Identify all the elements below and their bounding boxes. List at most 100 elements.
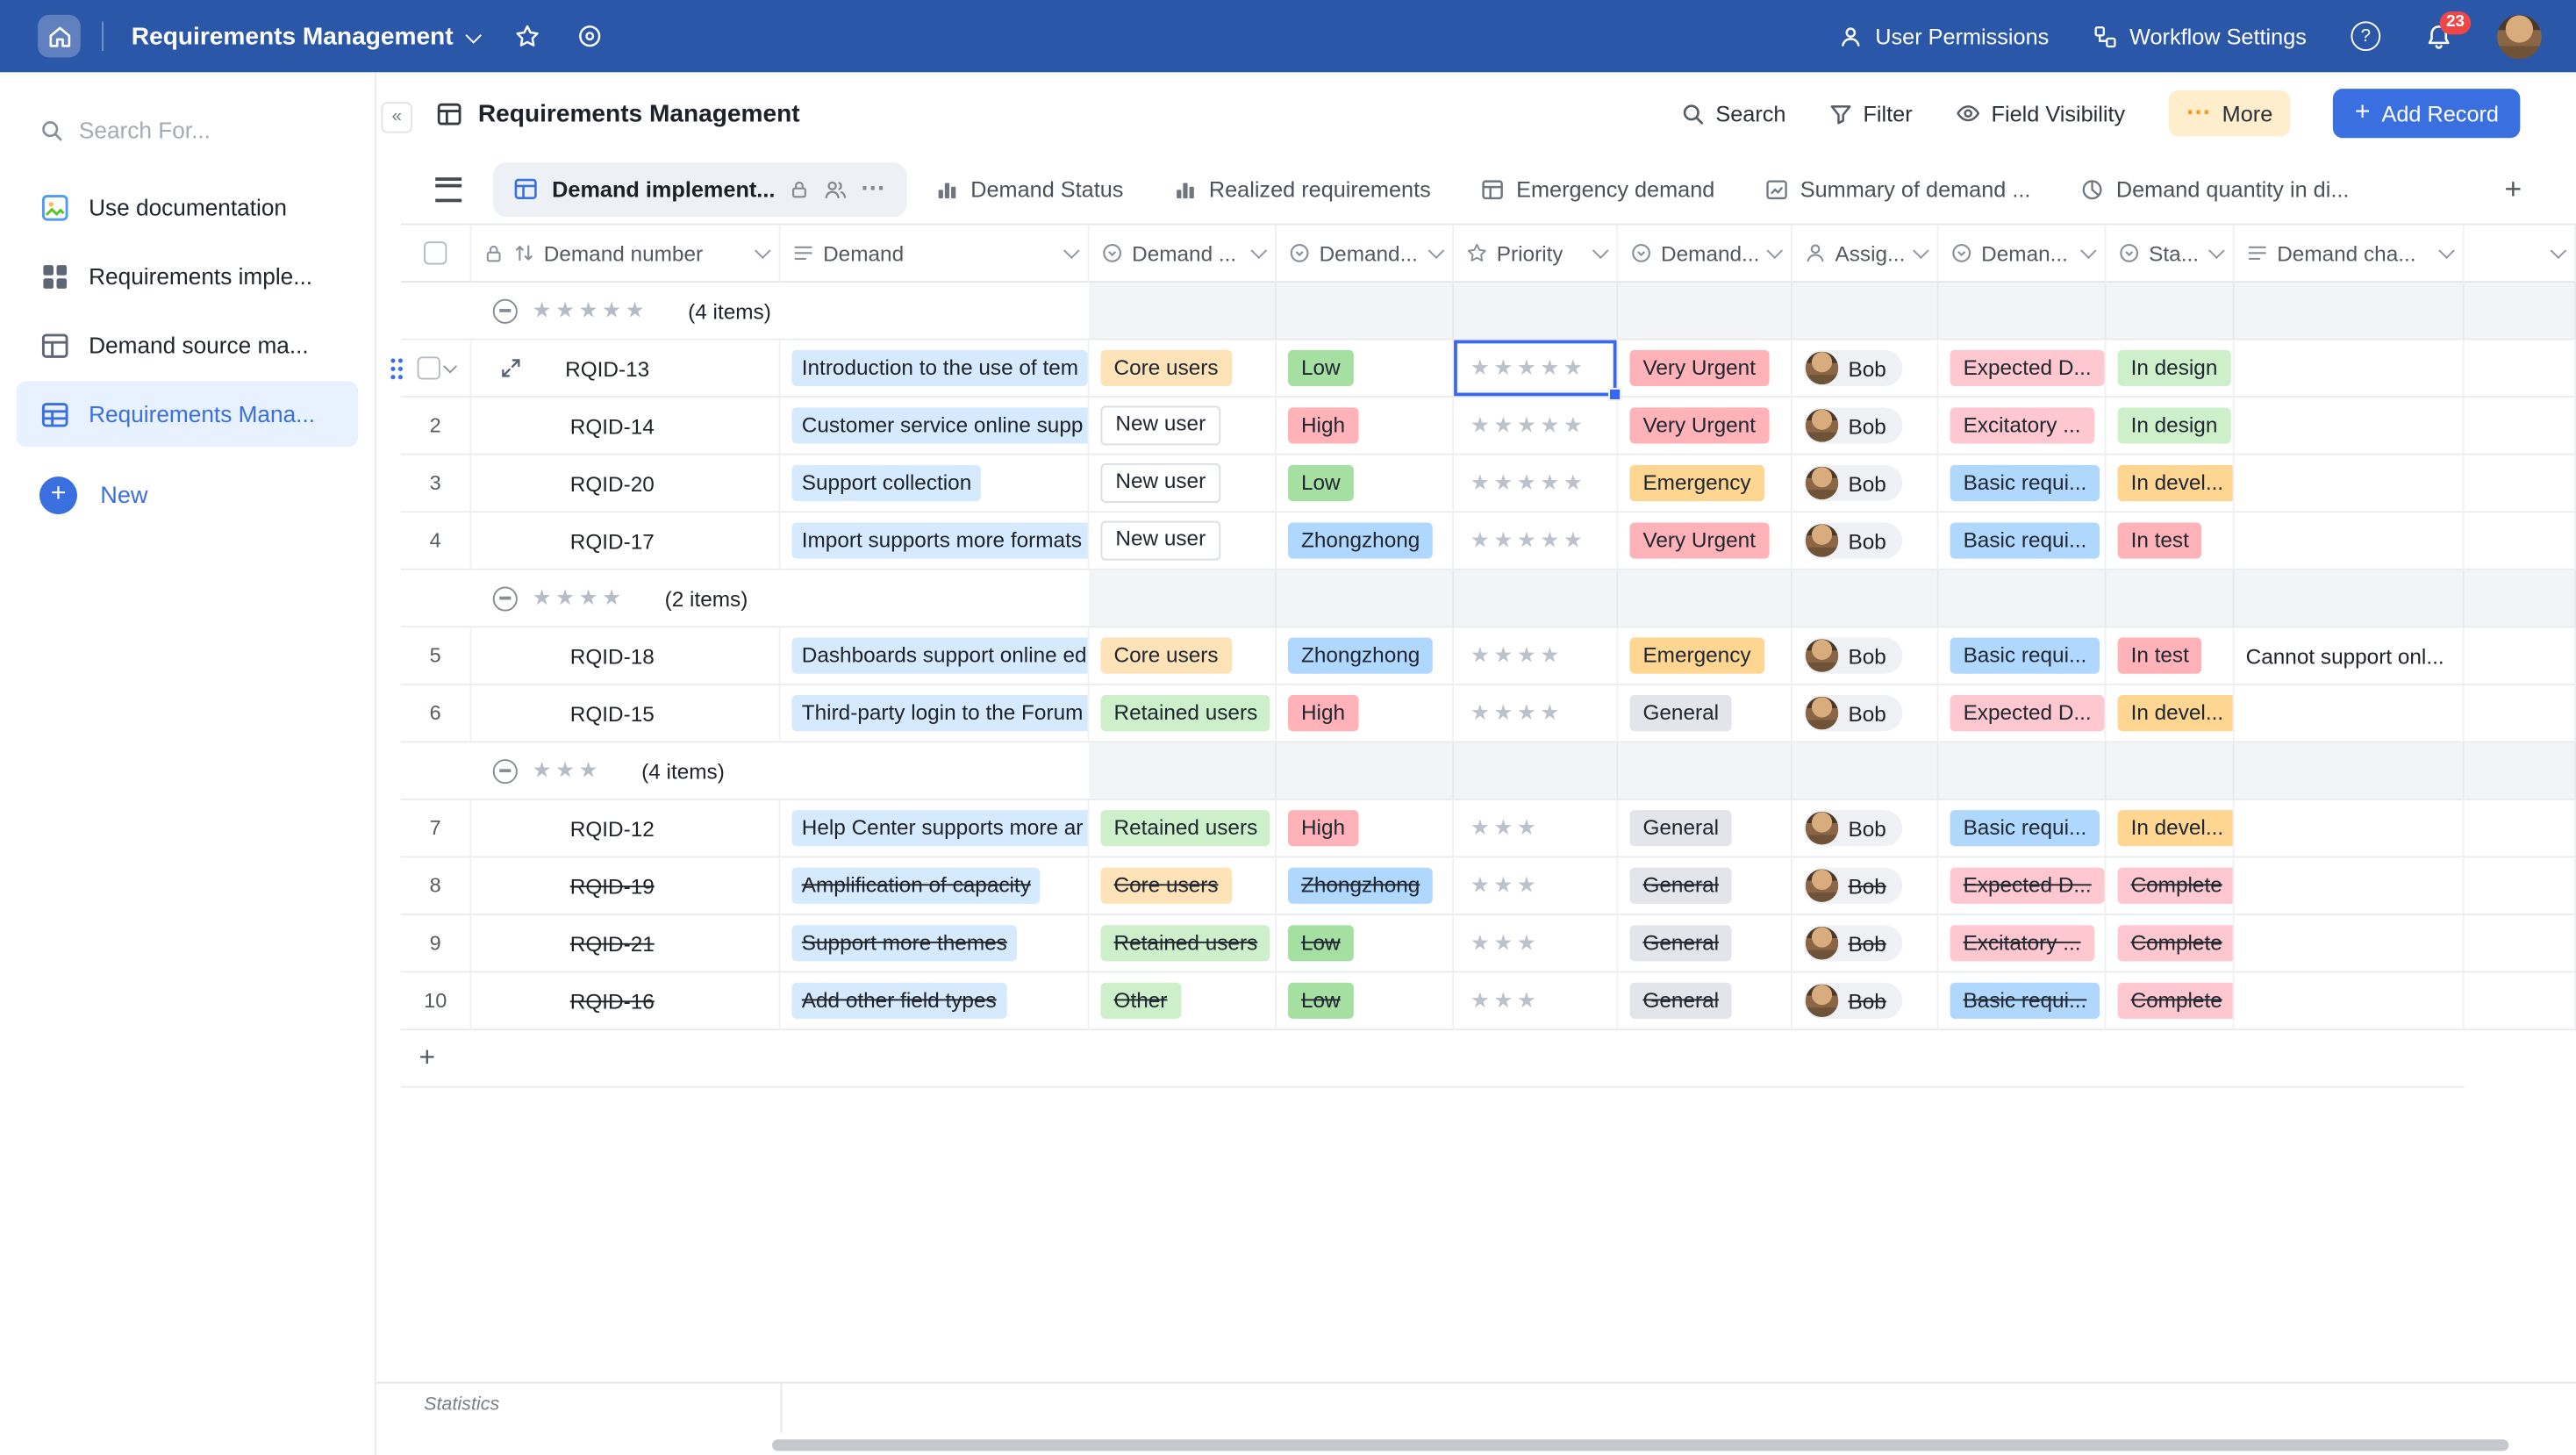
row-number-cell[interactable]: 10: [401, 972, 472, 1030]
priority-cell[interactable]: ★★★★★: [1454, 398, 1618, 455]
demand-user-cell[interactable]: Other: [1089, 972, 1276, 1030]
demand-number-cell[interactable]: RQID-20: [471, 455, 780, 513]
demand-channel-cell[interactable]: [2235, 685, 2465, 743]
priority-cell[interactable]: ★★★: [1454, 857, 1618, 915]
status-cell[interactable]: In devel...: [2106, 455, 2234, 513]
priority-cell[interactable]: ★★★★★: [1454, 340, 1618, 398]
demand-class-cell[interactable]: Excitatory ...: [1938, 915, 2106, 973]
workspace-title-dropdown[interactable]: Requirements Management: [132, 22, 479, 50]
demand-number-cell[interactable]: RQID-16: [471, 972, 780, 1030]
tab-demand-implementation[interactable]: Demand implement... ⋯: [493, 161, 906, 216]
demand-number-cell[interactable]: RQID-17: [471, 512, 780, 570]
demand-user-cell[interactable]: Core users: [1089, 340, 1276, 398]
column-header-priority[interactable]: Priority: [1454, 224, 1618, 283]
selection-handle[interactable]: [1608, 388, 1621, 401]
demand-level-cell[interactable]: Zhongzhong: [1277, 857, 1454, 915]
empty-cell[interactable]: [2465, 685, 2576, 743]
demand-cell[interactable]: Amplification of capacity: [780, 857, 1089, 915]
view-list-icon[interactable]: [435, 176, 462, 201]
demand-level-cell[interactable]: Low: [1277, 455, 1454, 513]
demand-number-cell[interactable]: RQID-13: [471, 340, 780, 398]
demand-user-cell[interactable]: Retained users: [1089, 685, 1276, 743]
empty-cell[interactable]: [2465, 340, 2576, 398]
tab-demand-quantity[interactable]: Demand quantity in di...: [2080, 176, 2350, 201]
demand-user-cell[interactable]: New user: [1089, 512, 1276, 570]
tab-summary-of-demand[interactable]: Summary of demand ...: [1764, 176, 2031, 201]
demand-urgency-cell[interactable]: General: [1618, 915, 1792, 973]
demand-class-cell[interactable]: Basic requi...: [1938, 627, 2106, 685]
user-permissions-button[interactable]: User Permissions: [1839, 24, 2049, 48]
row-number-cell[interactable]: [401, 340, 472, 398]
assignee-cell[interactable]: Bob: [1792, 800, 1939, 858]
empty-cell[interactable]: [2465, 627, 2576, 685]
empty-cell[interactable]: [2465, 455, 2576, 513]
demand-class-cell[interactable]: Basic requi...: [1938, 800, 2106, 858]
empty-cell[interactable]: [2465, 800, 2576, 858]
add-row-button[interactable]: +: [401, 1030, 2465, 1088]
tab-realized-requirements[interactable]: Realized requirements: [1173, 176, 1431, 201]
sidebar-item-demand-source[interactable]: Demand source ma...: [17, 312, 358, 378]
status-cell[interactable]: In devel...: [2106, 685, 2234, 743]
demand-urgency-cell[interactable]: General: [1618, 685, 1792, 743]
demand-class-cell[interactable]: Excitatory ...: [1938, 398, 2106, 455]
sidebar-item-requirements-implementation[interactable]: Requirements imple...: [17, 243, 358, 309]
empty-cell[interactable]: [2465, 972, 2576, 1030]
priority-cell[interactable]: ★★★: [1454, 800, 1618, 858]
row-number-cell[interactable]: 8: [401, 857, 472, 915]
home-button[interactable]: [38, 15, 81, 58]
demand-channel-cell[interactable]: Cannot support onl...: [2235, 627, 2465, 685]
row-number-cell[interactable]: 5: [401, 627, 472, 685]
chevron-down-icon[interactable]: [442, 360, 456, 374]
status-cell[interactable]: Complete: [2106, 972, 2234, 1030]
collapse-group-icon[interactable]: [493, 298, 518, 323]
chevron-down-icon[interactable]: [1428, 242, 1442, 257]
chevron-down-icon[interactable]: [2438, 242, 2453, 257]
tab-demand-status[interactable]: Demand Status: [934, 176, 1123, 201]
assignee-cell[interactable]: Bob: [1792, 915, 1939, 973]
row-checkbox[interactable]: [417, 356, 440, 379]
demand-channel-cell[interactable]: [2235, 972, 2465, 1030]
assignee-cell[interactable]: Bob: [1792, 857, 1939, 915]
demand-level-cell[interactable]: Low: [1277, 340, 1454, 398]
new-button[interactable]: + New: [0, 477, 375, 514]
chevron-down-icon[interactable]: [2550, 242, 2565, 257]
search-button[interactable]: Search: [1681, 101, 1785, 125]
add-view-button[interactable]: +: [2505, 172, 2522, 206]
column-header-demand_channel[interactable]: Demand cha...: [2235, 224, 2465, 283]
row-number-cell[interactable]: 2: [401, 398, 472, 455]
demand-user-cell[interactable]: Retained users: [1089, 915, 1276, 973]
status-cell[interactable]: In design: [2106, 398, 2234, 455]
horizontal-scrollbar[interactable]: [772, 1439, 2508, 1451]
chevron-down-icon[interactable]: [1766, 242, 1781, 257]
priority-cell[interactable]: ★★★: [1454, 972, 1618, 1030]
priority-cell[interactable]: ★★★★★: [1454, 512, 1618, 570]
tab-options-icon[interactable]: ⋯: [861, 181, 887, 197]
demand-class-cell[interactable]: Expected D...: [1938, 685, 2106, 743]
demand-level-cell[interactable]: Low: [1277, 915, 1454, 973]
user-avatar[interactable]: [2497, 14, 2542, 59]
demand-level-cell[interactable]: Low: [1277, 972, 1454, 1030]
status-cell[interactable]: In test: [2106, 627, 2234, 685]
row-number-cell[interactable]: 7: [401, 800, 472, 858]
demand-urgency-cell[interactable]: General: [1618, 800, 1792, 858]
demand-urgency-cell[interactable]: Emergency: [1618, 627, 1792, 685]
column-header-demand_level[interactable]: Demand...: [1277, 224, 1454, 283]
status-cell[interactable]: In test: [2106, 512, 2234, 570]
field-visibility-button[interactable]: Field Visibility: [1955, 100, 2125, 126]
group-header[interactable]: ★★★★★(4 items): [401, 283, 1090, 340]
template-center-icon[interactable]: [577, 23, 604, 49]
demand-cell[interactable]: Support more themes: [780, 915, 1089, 973]
help-icon[interactable]: ?: [2351, 21, 2380, 51]
assignee-cell[interactable]: Bob: [1792, 627, 1939, 685]
assignee-cell[interactable]: Bob: [1792, 340, 1939, 398]
empty-cell[interactable]: [2465, 915, 2576, 973]
demand-channel-cell[interactable]: [2235, 340, 2465, 398]
statistics-bar[interactable]: Statistics: [376, 1382, 2576, 1433]
collapse-group-icon[interactable]: [493, 586, 518, 611]
collapse-group-icon[interactable]: [493, 758, 518, 783]
column-header-assignee[interactable]: Assig...: [1792, 224, 1939, 283]
demand-channel-cell[interactable]: [2235, 455, 2465, 513]
column-header-extra[interactable]: [2465, 224, 2576, 283]
drag-handle-icon[interactable]: [390, 356, 404, 381]
sidebar-item-use-documentation[interactable]: Use documentation: [17, 174, 358, 240]
